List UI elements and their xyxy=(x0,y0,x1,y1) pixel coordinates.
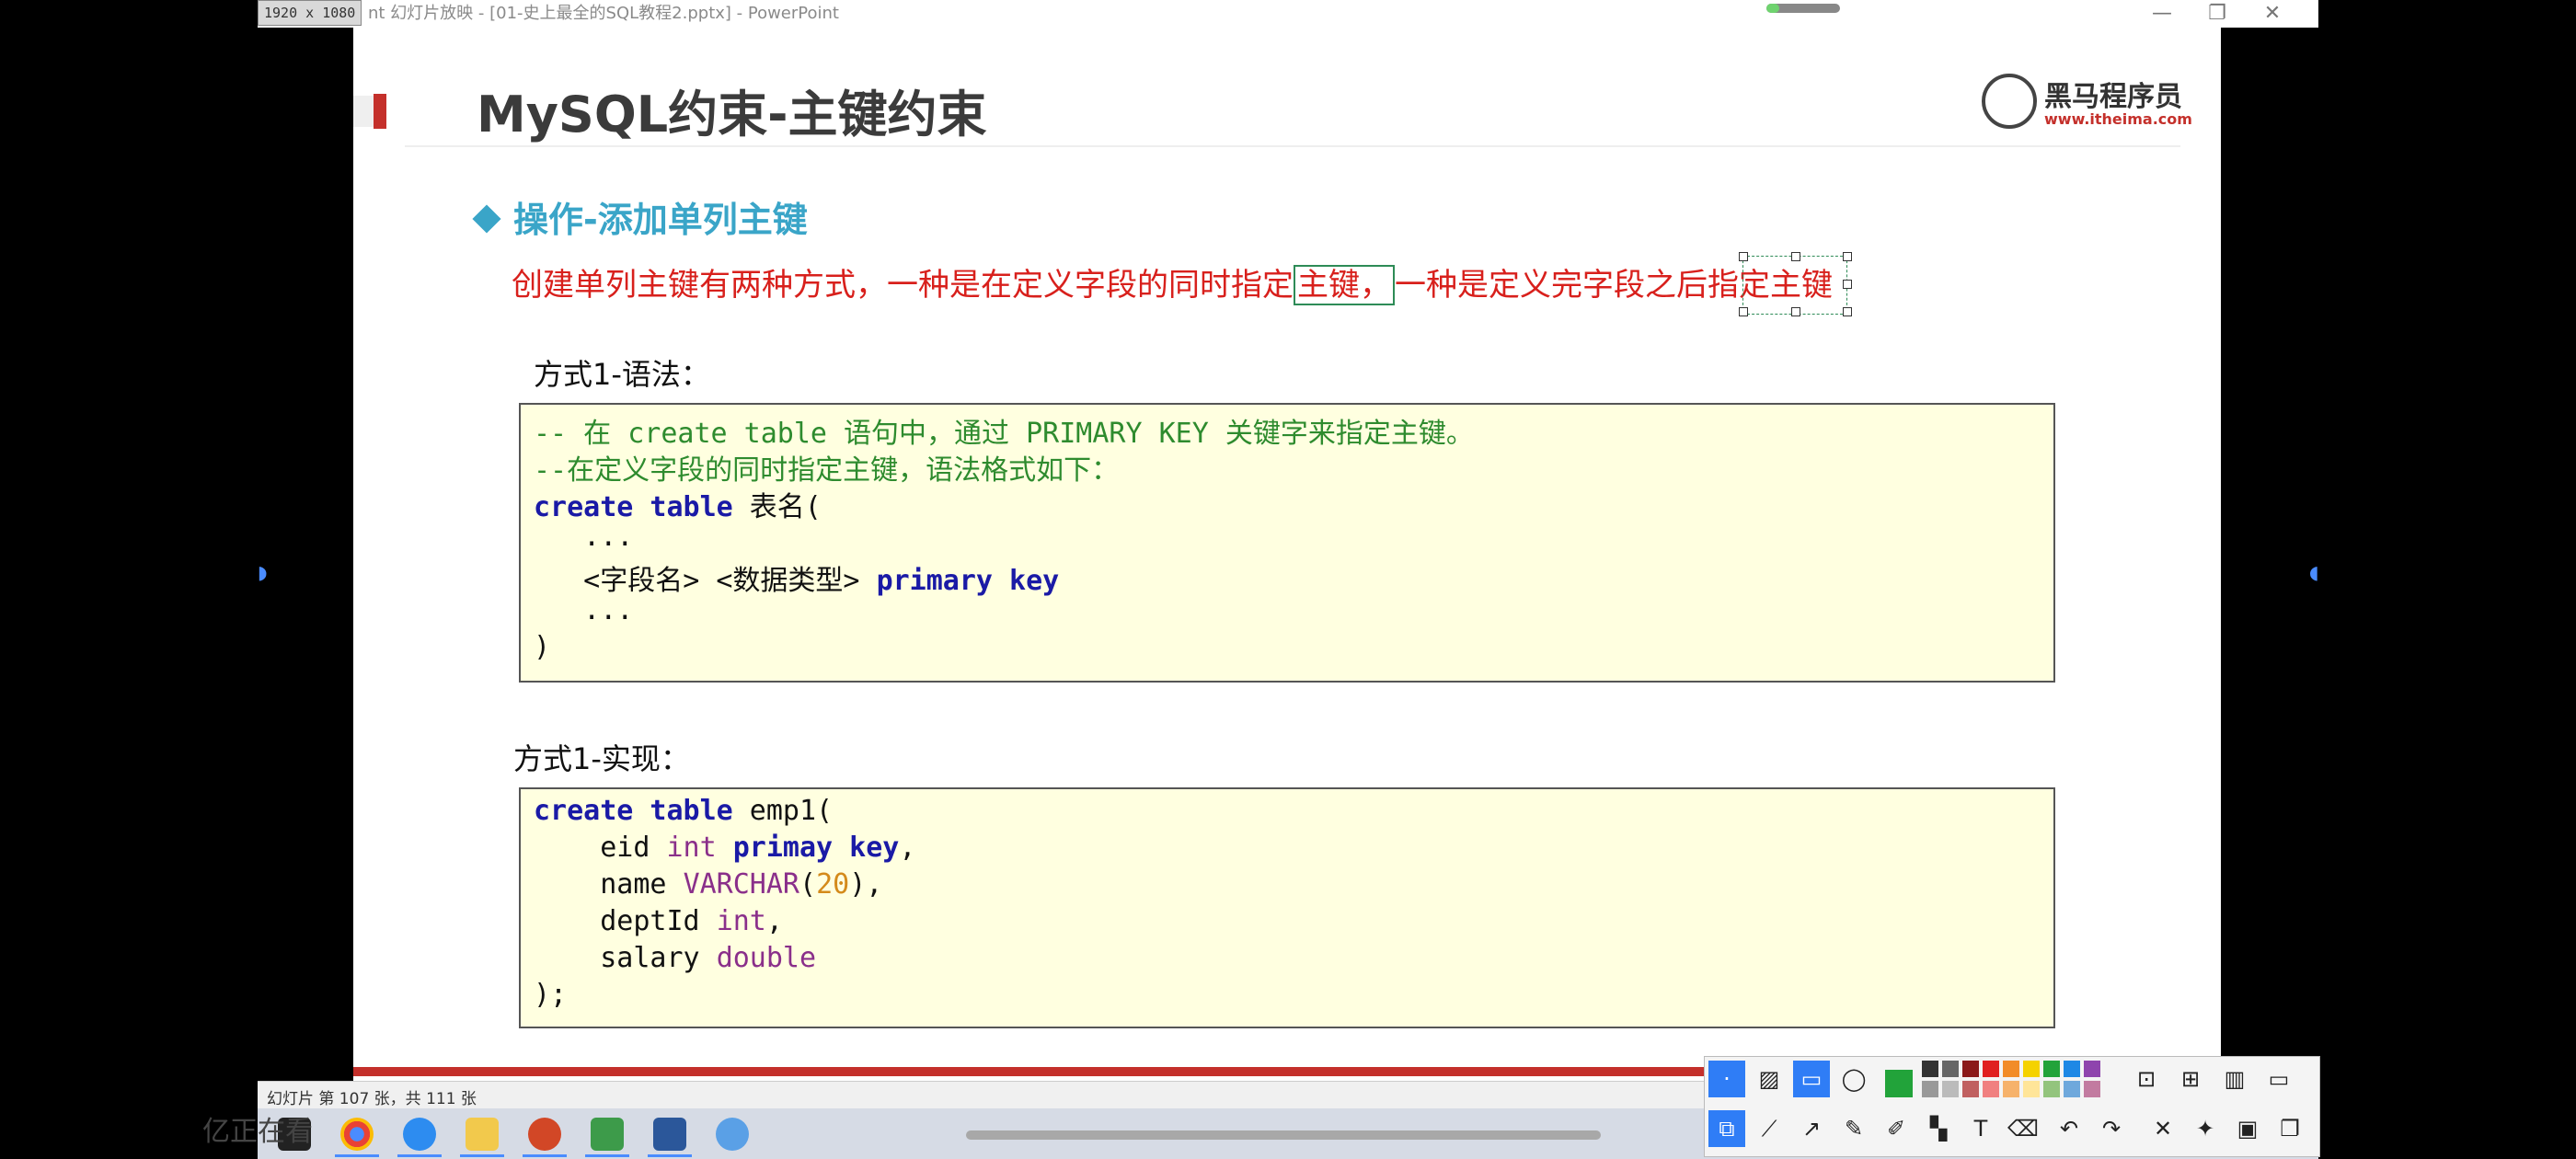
code-line: salary double xyxy=(534,942,817,974)
title-red-mark xyxy=(374,94,386,129)
code-line: --在定义字段的同时指定主键，语法格式如下： xyxy=(534,454,1120,487)
color-swatch[interactable] xyxy=(1942,1081,1959,1097)
color-swatch[interactable] xyxy=(2023,1061,2040,1077)
window-title: nt 幻灯片放映 - [01-史上最全的SQL教程2.pptx] - Power… xyxy=(368,4,839,23)
ellipse-tool-icon[interactable]: ◯ xyxy=(1835,1061,1872,1097)
code-line: ... xyxy=(534,594,634,626)
slide-counter: 幻灯片 第 107 张，共 111 张 xyxy=(267,1090,477,1108)
code-line: deptId int, xyxy=(534,905,783,937)
chart-tool-icon[interactable]: ▥ xyxy=(2216,1061,2253,1097)
next-slide-arrow-icon[interactable]: ◖ xyxy=(2309,561,2319,583)
minimize-button[interactable]: — xyxy=(2134,0,2190,28)
redo-icon[interactable]: ↷ xyxy=(2093,1110,2130,1147)
code-line: ); xyxy=(534,979,568,1011)
color-swatch[interactable] xyxy=(2064,1081,2080,1097)
color-swatch-green[interactable] xyxy=(1885,1070,1913,1097)
selection-box[interactable] xyxy=(1739,252,1852,316)
color-swatch[interactable] xyxy=(2084,1081,2100,1097)
screen-tool-icon[interactable]: ▭ xyxy=(2260,1061,2297,1097)
slide-canvas: MySQL约束-主键约束 黑马程序员 www.itheima.com 操作-添加… xyxy=(353,28,2221,1076)
stamp-tool-icon[interactable]: ⊡ xyxy=(2128,1061,2165,1097)
mosaic-tool-icon[interactable]: ▚ xyxy=(1920,1110,1957,1147)
close-button[interactable]: ✕ xyxy=(2245,0,2300,28)
highlighter-tool-icon[interactable]: ✐ xyxy=(1878,1110,1915,1147)
slide-right-margin: ◖ xyxy=(2221,28,2319,1081)
title-bar: 1920 x 1080 nt 幻灯片放映 - [01-史上最全的SQL教程2.p… xyxy=(258,0,2318,28)
code-line: name VARCHAR(20), xyxy=(534,868,883,901)
rectangle-tool-icon[interactable]: ▭ xyxy=(1793,1061,1830,1097)
syntax-label: 方式1-语法： xyxy=(534,357,710,392)
slide-title: MySQL约束-主键约束 xyxy=(477,86,987,143)
color-swatch[interactable] xyxy=(2003,1081,2019,1097)
folder-icon[interactable] xyxy=(466,1118,499,1151)
section-heading-text: 操作-添加单列主键 xyxy=(513,200,808,240)
color-swatch[interactable] xyxy=(1962,1081,1979,1097)
powerpoint-icon[interactable] xyxy=(528,1118,561,1151)
logo-name: 黑马程序员 xyxy=(2044,81,2182,113)
code-line: ) xyxy=(534,631,551,663)
code-line: ... xyxy=(534,521,634,553)
pin-icon[interactable]: ✦ xyxy=(2187,1110,2224,1147)
color-swatch[interactable] xyxy=(2064,1061,2080,1077)
prev-slide-arrow-icon[interactable]: ◗ xyxy=(258,561,268,583)
horse-logo-icon xyxy=(1982,74,2037,129)
color-swatch[interactable] xyxy=(1983,1061,1999,1077)
word-icon[interactable] xyxy=(653,1118,686,1151)
code-line: eid int primay key, xyxy=(534,832,916,864)
hatch-fill-tool-icon[interactable]: ▨ xyxy=(1751,1061,1788,1097)
color-swatch[interactable] xyxy=(2023,1081,2040,1097)
code-line: -- 在 create table 语句中，通过 PRIMARY KEY 关键字… xyxy=(534,418,1474,450)
search-icon[interactable] xyxy=(403,1118,436,1151)
diamond-bullet-icon xyxy=(472,203,501,234)
color-swatch[interactable] xyxy=(1922,1061,1938,1077)
slide-left-margin: ◗ xyxy=(258,28,353,1081)
code-line: <字段名> <数据类型> primary key xyxy=(534,565,1060,597)
color-swatch[interactable] xyxy=(2043,1081,2060,1097)
polyline-tool-icon[interactable]: ⟋ xyxy=(1751,1110,1788,1147)
grid-tool-icon[interactable]: ⊞ xyxy=(2172,1061,2209,1097)
progress-indicator xyxy=(1766,4,1840,13)
title-divider xyxy=(405,145,2180,147)
viewer-watermark: 亿正在看 xyxy=(202,1116,313,1148)
chrome-icon[interactable] xyxy=(340,1118,374,1151)
select-tool-icon[interactable]: ⧉ xyxy=(1708,1110,1745,1147)
color-swatch[interactable] xyxy=(2084,1061,2100,1077)
color-swatch[interactable] xyxy=(1962,1061,1979,1077)
pointer-tool-icon[interactable]: · xyxy=(1708,1061,1745,1097)
description-boxed-text: 主键， xyxy=(1294,265,1395,305)
description-text: 创建单列主键有两种方式，一种是在定义字段的同时指定 主键， 一种是定义完字段之后指定… xyxy=(512,259,1833,305)
section-heading: 操作-添加单列主键 xyxy=(472,191,808,242)
image-viewer-icon[interactable] xyxy=(591,1118,624,1151)
code-line: create table emp1( xyxy=(534,795,834,827)
browser-icon[interactable] xyxy=(716,1118,749,1151)
eraser-tool-icon[interactable]: ⌫ xyxy=(2005,1110,2041,1147)
restore-button[interactable]: ❐ xyxy=(2190,0,2245,28)
syntax-code-block: -- 在 create table 语句中，通过 PRIMARY KEY 关键字… xyxy=(519,403,2055,683)
undo-icon[interactable]: ↶ xyxy=(2051,1110,2087,1147)
arrow-tool-icon[interactable]: ↗ xyxy=(1793,1110,1830,1147)
code-line: create table 表名( xyxy=(534,491,822,523)
implementation-label: 方式1-实现： xyxy=(513,741,690,776)
title-grey-mark xyxy=(353,96,374,127)
color-swatch[interactable] xyxy=(1942,1061,1959,1077)
logo-url: www.itheima.com xyxy=(2044,110,2192,128)
color-swatch[interactable] xyxy=(2043,1061,2060,1077)
copy-icon[interactable]: ❐ xyxy=(2271,1110,2308,1147)
text-tool-icon[interactable]: T xyxy=(1962,1110,1999,1147)
pen-tool-icon[interactable]: ✎ xyxy=(1835,1110,1872,1147)
implementation-code-block: create table emp1( eid int primay key, n… xyxy=(519,787,2055,1028)
color-swatch[interactable] xyxy=(1983,1081,1999,1097)
color-swatch[interactable] xyxy=(2003,1061,2019,1077)
resolution-badge: 1920 x 1080 xyxy=(258,0,362,26)
save-icon[interactable]: ▣ xyxy=(2229,1110,2266,1147)
logo: 黑马程序员 www.itheima.com xyxy=(1982,70,2192,134)
close-toolbar-icon[interactable]: ✕ xyxy=(2145,1110,2181,1147)
description-part1: 创建单列主键有两种方式，一种是在定义字段的同时指定 xyxy=(512,267,1294,304)
horizontal-scrollbar[interactable] xyxy=(966,1130,1601,1140)
color-swatch[interactable] xyxy=(1922,1081,1938,1097)
annotation-toolbar: · ▨ ▭ ◯ ⊡ ⊞ ▥ ▭ ⧉ ⟋ ↗ ✎ ✐ ▚ T ⌫ ↶ ↷ ✕ ✦ … xyxy=(1704,1056,2320,1157)
